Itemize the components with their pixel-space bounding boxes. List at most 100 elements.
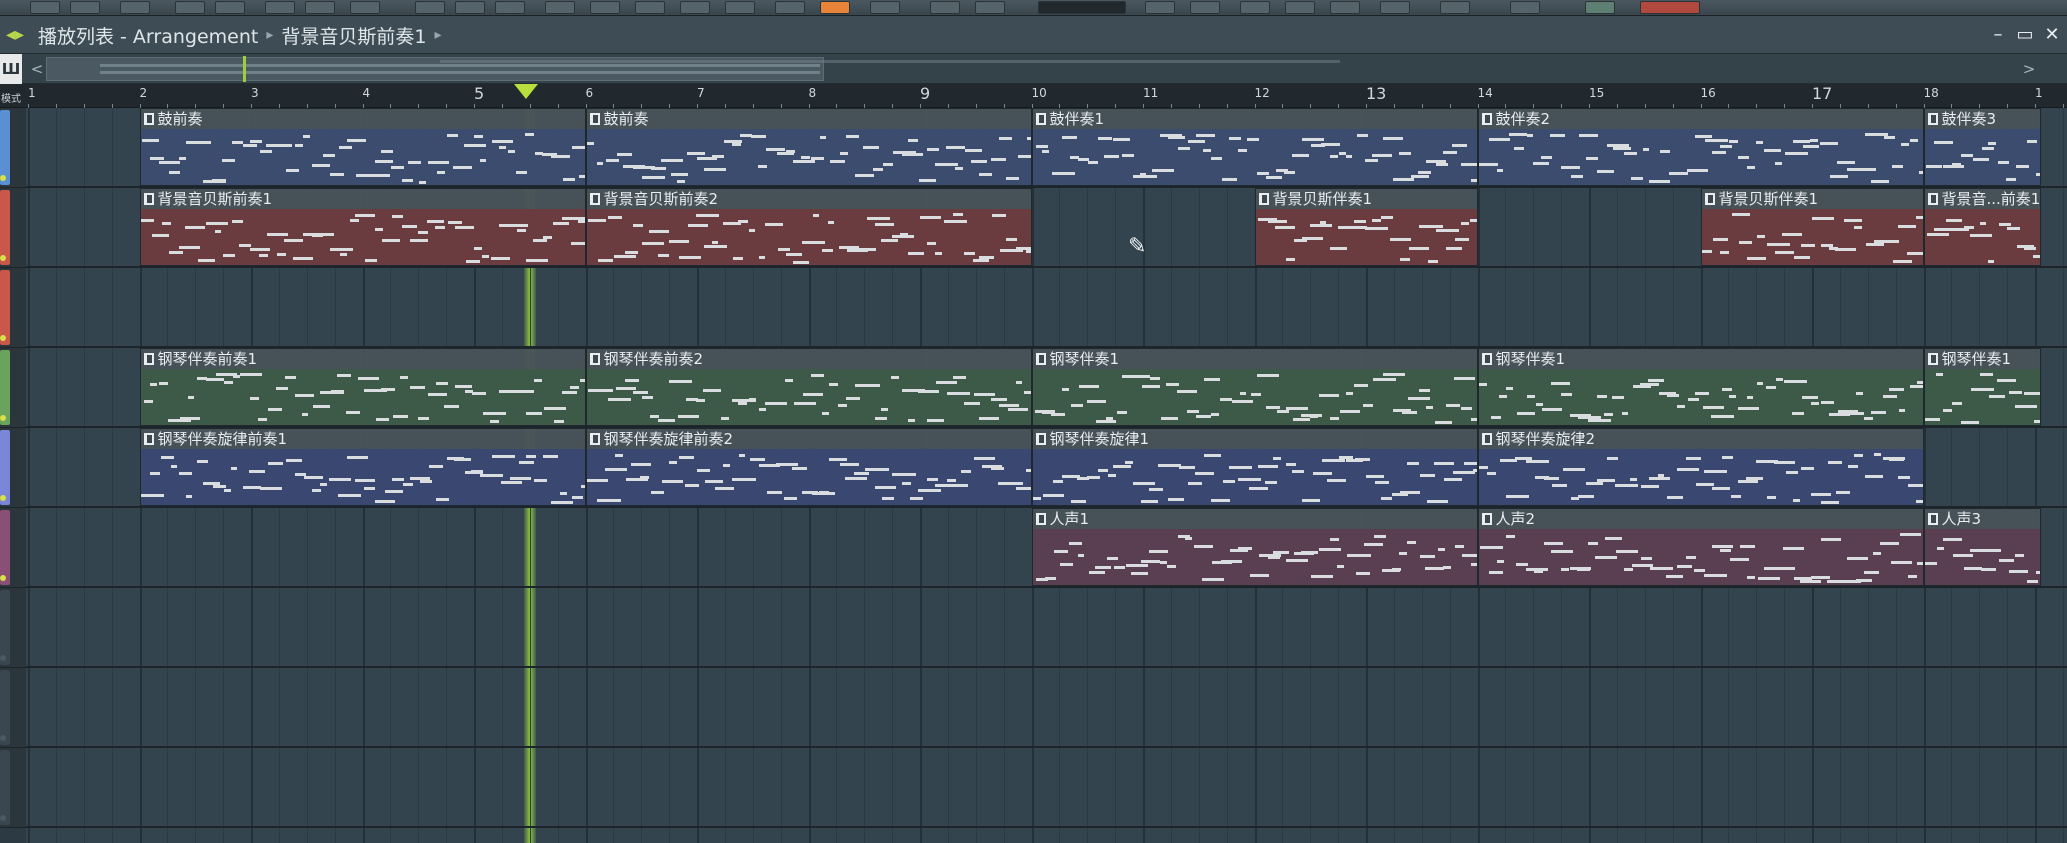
pattern-clip[interactable]: 钢琴伴奏旋律前奏2 (585, 428, 1032, 506)
pattern-clip[interactable]: 钢琴伴奏旋律2 (1477, 428, 1924, 506)
track-mute-led-icon[interactable] (0, 415, 6, 421)
clip-header[interactable]: 人声1 (1032, 509, 1477, 529)
toolbar-button[interactable] (1585, 1, 1615, 14)
track-mute-led-icon[interactable] (0, 735, 6, 741)
pattern-icon[interactable] (1927, 113, 1938, 125)
clip-header[interactable]: 鼓伴奏3 (1924, 109, 2040, 129)
pattern-icon[interactable] (143, 113, 154, 125)
pattern-clip[interactable]: 人声2 (1477, 508, 1924, 586)
pattern-icon[interactable] (1481, 513, 1492, 525)
clip-header[interactable]: 人声3 (1924, 509, 2040, 529)
pattern-clip[interactable]: 钢琴伴奏1 (1477, 348, 1924, 426)
pattern-clip[interactable]: 钢琴伴奏旋律前奏1 (139, 428, 586, 506)
scroll-left-button[interactable]: < (26, 54, 48, 84)
pattern-clip[interactable]: 背景音贝斯前奏1 (139, 188, 586, 266)
toolbar-button[interactable] (975, 1, 1005, 14)
toolbar-button[interactable] (265, 1, 295, 14)
pattern-clip[interactable]: 背景音...前奏1 (1923, 188, 2041, 266)
toolbar-button[interactable] (725, 1, 755, 14)
clip-header[interactable]: 钢琴伴奏1 (1478, 349, 1923, 369)
clip-header[interactable]: 鼓伴奏1 (1032, 109, 1477, 129)
clip-header[interactable]: 鼓前奏 (140, 109, 585, 129)
track-header[interactable] (0, 668, 26, 748)
pattern-clip[interactable]: 鼓伴奏1 (1031, 108, 1478, 186)
breadcrumb-pattern[interactable]: 背景音贝斯前奏1 (281, 22, 426, 49)
close-button[interactable]: ✕ (2039, 23, 2065, 47)
track-header[interactable] (0, 268, 26, 348)
toolbar-button[interactable] (455, 1, 485, 14)
track-header[interactable] (0, 108, 26, 188)
track-header[interactable] (0, 508, 26, 588)
pattern-icon[interactable] (1481, 113, 1492, 125)
overview-scrollbar[interactable]: Ш < > (0, 54, 2067, 84)
pattern-clip[interactable]: 钢琴伴奏1 (1923, 348, 2041, 426)
track-mute-led-icon[interactable] (0, 175, 6, 181)
toolbar-button[interactable] (1240, 1, 1270, 14)
pattern-icon[interactable] (589, 433, 600, 445)
track-mute-led-icon[interactable] (0, 495, 6, 501)
toolbar-button[interactable] (1510, 1, 1540, 14)
track-color-strip[interactable] (0, 430, 10, 505)
pattern-icon[interactable] (1481, 433, 1492, 445)
pattern-icon[interactable] (1927, 193, 1938, 205)
toolbar-button[interactable] (175, 1, 205, 14)
pattern-clip[interactable]: 鼓前奏 (585, 108, 1032, 186)
pattern-icon[interactable] (589, 353, 600, 365)
pattern-clip[interactable]: 背景音贝斯前奏2 (585, 188, 1032, 266)
pattern-icon[interactable] (1035, 433, 1046, 445)
pattern-icon[interactable] (143, 193, 154, 205)
track-mute-led-icon[interactable] (0, 575, 6, 581)
pattern-icon[interactable] (143, 353, 154, 365)
minimize-button[interactable]: – (1985, 23, 2011, 47)
pattern-icon[interactable] (1258, 193, 1269, 205)
toolbar-button[interactable] (545, 1, 575, 14)
pattern-clip[interactable]: 鼓伴奏3 (1923, 108, 2041, 186)
track-color-strip[interactable] (0, 510, 10, 585)
clip-header[interactable]: 背景音贝斯前奏1 (140, 189, 585, 209)
scroll-right-button[interactable]: > (2018, 54, 2040, 84)
pattern-icon[interactable] (143, 433, 154, 445)
clip-header[interactable]: 钢琴伴奏旋律1 (1032, 429, 1477, 449)
toolbar-button-active[interactable] (820, 1, 850, 14)
toolbar-button[interactable] (215, 1, 245, 14)
toolbar-button[interactable] (1640, 1, 1700, 14)
track-color-strip[interactable] (0, 110, 10, 185)
track-header[interactable] (0, 348, 26, 428)
clip-header[interactable]: 鼓前奏 (586, 109, 1031, 129)
pattern-icon[interactable] (589, 193, 600, 205)
clip-header[interactable]: 背景音贝斯前奏2 (586, 189, 1031, 209)
toolbar-button[interactable] (1145, 1, 1175, 14)
track-mute-led-icon[interactable] (0, 255, 6, 261)
clip-header[interactable]: 钢琴伴奏旋律前奏1 (140, 429, 585, 449)
pattern-clip[interactable]: 钢琴伴奏前奏2 (585, 348, 1032, 426)
clip-header[interactable]: 背景贝斯伴奏1 (1701, 189, 1923, 209)
track-color-strip[interactable] (0, 190, 10, 265)
clip-header[interactable]: 背景贝斯伴奏1 (1255, 189, 1477, 209)
pattern-clip[interactable]: 钢琴伴奏前奏1 (139, 348, 586, 426)
clip-header[interactable]: 钢琴伴奏1 (1924, 349, 2040, 369)
track-mute-led-icon[interactable] (0, 655, 6, 661)
track-header[interactable] (0, 188, 26, 268)
clip-header[interactable]: 钢琴伴奏前奏1 (140, 349, 585, 369)
pattern-clip[interactable]: 钢琴伴奏1 (1031, 348, 1478, 426)
toolbar-button[interactable] (775, 1, 805, 14)
toolbar-button[interactable] (1285, 1, 1315, 14)
arrangement-grid[interactable]: 鼓前奏 鼓前奏 鼓伴奏1 鼓伴奏2 鼓伴奏3 背景音贝斯前奏1 背景音贝斯前奏2 背景贝斯伴奏… (26, 108, 2067, 843)
timeline-ruler[interactable]: 模式 1 2 3 4 5 6 7 8 9 10 11 12 13 14 15 16 17 18 1 (0, 84, 2067, 108)
toolbar-button[interactable] (495, 1, 525, 14)
track-header[interactable] (0, 588, 26, 668)
pattern-clip[interactable]: 背景贝斯伴奏1 (1254, 188, 1478, 266)
toolbar-button[interactable] (1380, 1, 1410, 14)
pattern-icon[interactable] (1481, 353, 1492, 365)
piano-roll-icon[interactable]: Ш (0, 54, 22, 84)
toolbar-button[interactable] (1440, 1, 1470, 14)
pattern-icon[interactable] (1035, 353, 1046, 365)
playhead-marker[interactable] (514, 84, 538, 99)
track-color-strip[interactable] (0, 270, 10, 345)
pattern-icon[interactable] (589, 113, 600, 125)
breadcrumb-playlist[interactable]: 播放列表 - Arrangement (38, 22, 258, 49)
pattern-clip[interactable]: 鼓前奏 (139, 108, 586, 186)
clip-header[interactable]: 钢琴伴奏前奏2 (586, 349, 1031, 369)
clip-header[interactable]: 鼓伴奏2 (1478, 109, 1923, 129)
track-header[interactable] (0, 428, 26, 508)
